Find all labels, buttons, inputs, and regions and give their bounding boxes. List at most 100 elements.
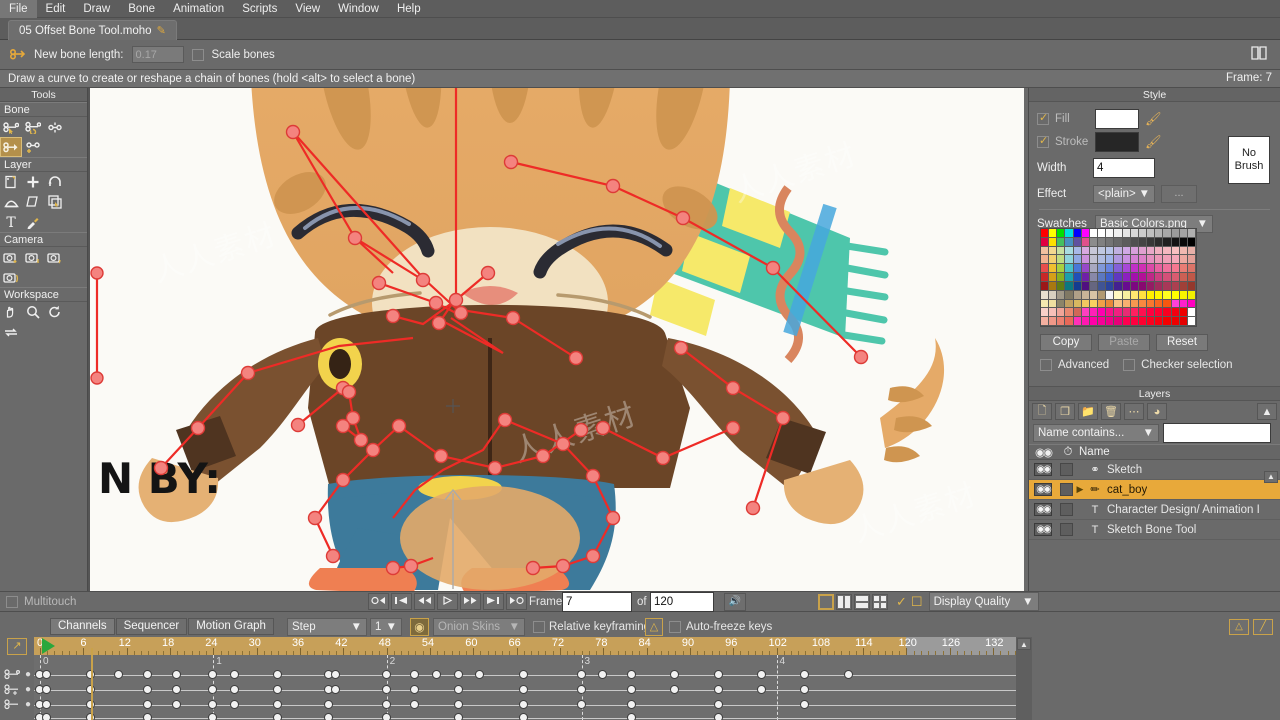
- color-swatch[interactable]: [1057, 264, 1066, 274]
- color-swatch[interactable]: [1098, 255, 1107, 265]
- color-swatch[interactable]: [1155, 229, 1164, 238]
- color-swatch[interactable]: [1114, 281, 1123, 291]
- total-frames-input[interactable]: [650, 591, 714, 612]
- color-swatch[interactable]: [1163, 273, 1172, 282]
- color-swatch[interactable]: [1106, 255, 1115, 265]
- menu-item-bone[interactable]: Bone: [119, 0, 164, 18]
- color-swatch[interactable]: [1049, 264, 1058, 274]
- transform-layer-tool[interactable]: [0, 172, 22, 192]
- color-swatch[interactable]: [1057, 246, 1066, 256]
- color-swatch[interactable]: [1041, 246, 1050, 256]
- fill-checkbox[interactable]: [1037, 113, 1049, 125]
- color-swatch[interactable]: [1138, 237, 1148, 247]
- keyframe-marker[interactable]: [172, 700, 182, 709]
- color-swatch[interactable]: [1147, 264, 1156, 274]
- color-swatch[interactable]: [1179, 299, 1188, 309]
- no-brush-button[interactable]: No Brush: [1228, 136, 1270, 184]
- color-swatch[interactable]: [1049, 299, 1058, 309]
- fill-eyedropper-icon[interactable]: 🖌: [1145, 111, 1162, 127]
- color-swatch[interactable]: [1106, 299, 1115, 309]
- color-swatch[interactable]: [1171, 255, 1180, 265]
- keyframe-marker[interactable]: [229, 700, 239, 709]
- keyframe-marker[interactable]: [713, 713, 723, 720]
- color-swatch[interactable]: [1122, 290, 1131, 300]
- color-swatch[interactable]: [1114, 246, 1123, 256]
- color-swatch[interactable]: [1122, 273, 1131, 282]
- color-swatch[interactable]: [1155, 237, 1164, 247]
- timeline-ruler[interactable]: 0 6 12 18 24 30 36 42 48 54 60 66 72 78 84 90 96 102 108 11…: [34, 637, 1016, 655]
- roll-camera-tool[interactable]: [44, 247, 66, 267]
- sequencer-tab[interactable]: Sequencer: [115, 618, 188, 635]
- color-swatch[interactable]: [1041, 273, 1050, 282]
- color-swatch[interactable]: [1171, 273, 1180, 282]
- color-swatch[interactable]: [1163, 299, 1172, 309]
- motion-graph-tab[interactable]: Motion Graph: [188, 618, 274, 635]
- color-swatch[interactable]: [1089, 264, 1099, 274]
- keyframe-marker[interactable]: [229, 670, 239, 679]
- keyframe-marker[interactable]: [273, 700, 283, 709]
- color-swatch[interactable]: [1041, 237, 1050, 247]
- ease-out-icon[interactable]: ╱: [1253, 618, 1273, 635]
- two-row-icon[interactable]: [854, 593, 870, 610]
- bone-translate-channel-icon[interactable]: ●: [0, 682, 34, 697]
- color-swatch[interactable]: [1057, 308, 1066, 318]
- menu-item-animation[interactable]: Animation: [164, 0, 233, 18]
- width-input[interactable]: [1093, 158, 1155, 178]
- color-swatch[interactable]: [1049, 255, 1058, 265]
- layer-lock-toggle[interactable]: [1060, 463, 1073, 476]
- color-swatch[interactable]: [1122, 229, 1131, 238]
- layer-comp-icon[interactable]: ◕: [1147, 403, 1167, 420]
- keyframe-marker[interactable]: [627, 670, 637, 679]
- color-swatch-grid[interactable]: [1040, 228, 1197, 327]
- color-swatch[interactable]: [1171, 290, 1180, 300]
- color-swatch[interactable]: [1122, 281, 1131, 291]
- keyframe-marker[interactable]: [323, 713, 333, 720]
- offset-bone-tool[interactable]: [0, 137, 22, 157]
- two-column-icon[interactable]: [836, 593, 852, 610]
- set-origin-tool[interactable]: [44, 192, 66, 212]
- step-forward-button[interactable]: [460, 593, 481, 610]
- color-swatch[interactable]: [1098, 229, 1107, 238]
- color-swatch[interactable]: [1187, 317, 1196, 326]
- color-swatch[interactable]: [1049, 308, 1058, 318]
- timeline-playhead-ruler[interactable]: [90, 648, 93, 655]
- effect-select[interactable]: <plain> ▼: [1093, 185, 1155, 203]
- keyframe-marker[interactable]: [381, 713, 391, 720]
- color-swatch[interactable]: [1106, 290, 1115, 300]
- color-swatch[interactable]: [1130, 246, 1139, 256]
- keyframe-marker[interactable]: [670, 670, 680, 679]
- color-swatch[interactable]: [1163, 290, 1172, 300]
- advanced-checkbox[interactable]: [1040, 359, 1052, 371]
- multitouch-checkbox[interactable]: [6, 595, 18, 608]
- color-swatch[interactable]: [1147, 246, 1156, 256]
- color-swatch[interactable]: [1114, 229, 1123, 238]
- color-swatch[interactable]: [1138, 308, 1148, 318]
- color-swatch[interactable]: [1114, 255, 1123, 265]
- color-swatch[interactable]: [1089, 317, 1099, 326]
- color-swatch[interactable]: [1138, 264, 1148, 274]
- color-swatch[interactable]: [1098, 246, 1107, 256]
- color-swatch[interactable]: [1057, 229, 1066, 238]
- color-swatch[interactable]: [1122, 308, 1131, 318]
- color-swatch[interactable]: [1122, 299, 1131, 309]
- keyframe-marker[interactable]: [757, 685, 767, 694]
- keyframe-marker[interactable]: [331, 670, 341, 679]
- keyframe-marker[interactable]: [273, 685, 283, 694]
- color-swatch[interactable]: [1049, 290, 1058, 300]
- keyframe-marker[interactable]: [410, 700, 420, 709]
- ease-in-icon[interactable]: △: [1229, 618, 1249, 635]
- color-swatch[interactable]: [1130, 237, 1139, 247]
- keyframe-marker[interactable]: [143, 685, 153, 694]
- color-swatch[interactable]: [1171, 299, 1180, 309]
- keyframe-marker[interactable]: [410, 685, 420, 694]
- color-swatch[interactable]: [1065, 308, 1074, 318]
- color-swatch[interactable]: [1171, 229, 1180, 238]
- color-swatch[interactable]: [1065, 237, 1074, 247]
- color-swatch[interactable]: [1187, 290, 1196, 300]
- keyframe-marker[interactable]: [172, 670, 182, 679]
- color-swatch[interactable]: [1130, 264, 1139, 274]
- bone-rotate-channel-icon[interactable]: ●: [0, 667, 34, 682]
- color-swatch[interactable]: [1138, 246, 1148, 256]
- layer-lock-toggle[interactable]: [1060, 503, 1073, 516]
- canvas-drawing-area[interactable]: N BY: 人人素材 人人素材 人人素材 人人素材: [90, 88, 1024, 591]
